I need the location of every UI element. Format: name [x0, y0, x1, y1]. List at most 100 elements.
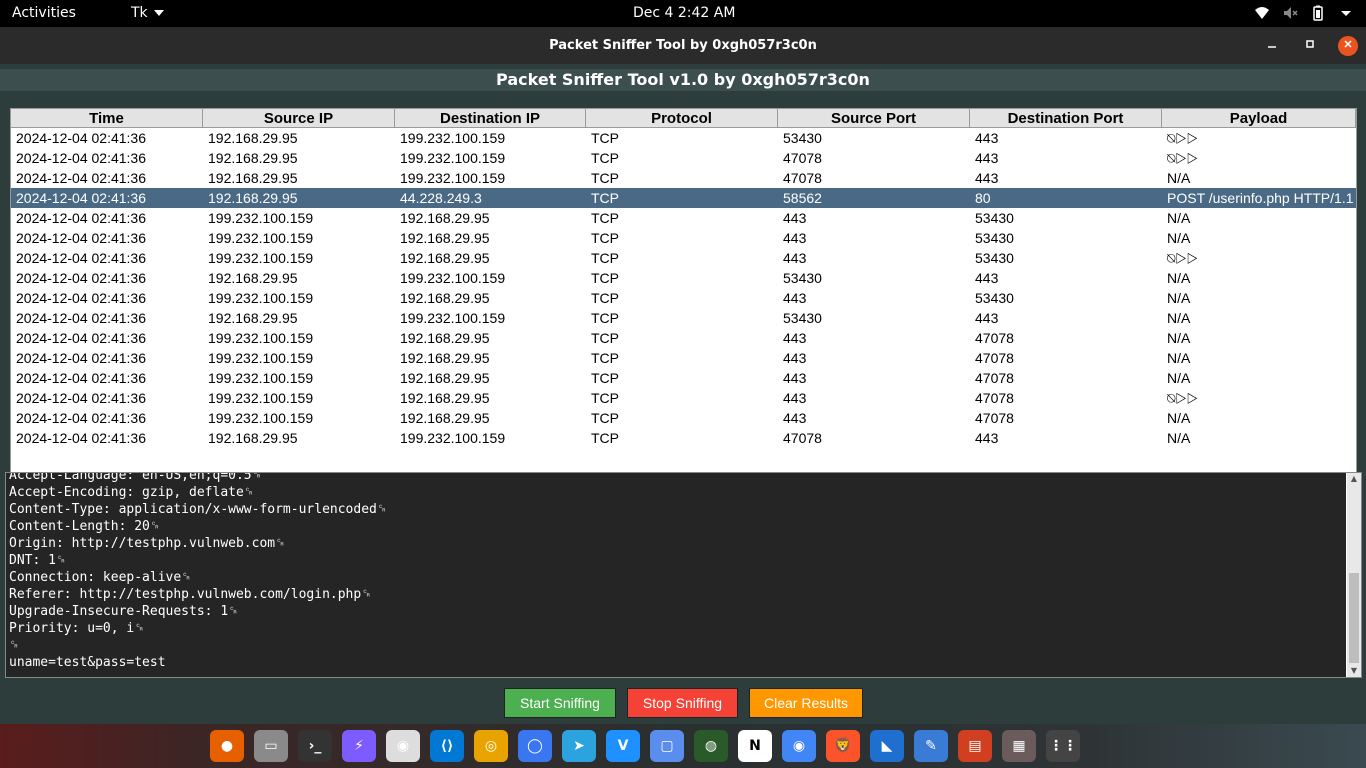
files-icon[interactable]: ▭: [254, 730, 288, 762]
dock: ● ▭ ›_ ⚡ ◉ ⟨⟩ ◎ ◯ ➤ V ▢ ◍ N ◉ 🦁 ◣ ✎ ▤ ▦ ⋮⋮: [0, 724, 1366, 768]
app-grid-icon[interactable]: ⋮⋮: [1046, 730, 1080, 762]
cell-destination-ip: 199.232.100.159: [400, 170, 506, 186]
cell-source-ip: 199.232.100.159: [208, 230, 314, 246]
column-header-protocol[interactable]: Protocol: [586, 109, 778, 128]
payload-text[interactable]: Accept-Language: en-US,en;q=0.5␍ Accept-E…: [6, 473, 1346, 677]
table-row[interactable]: 2024-12-04 02:41:36 192.168.29.95 199.232.…: [11, 428, 1356, 448]
office-icon[interactable]: ▤: [958, 730, 992, 762]
cell-source-ip: 192.168.29.95: [208, 190, 298, 206]
cell-time: 2024-12-04 02:41:36: [16, 130, 146, 146]
column-header-destination-port[interactable]: Destination Port: [970, 109, 1162, 128]
column-header-payload[interactable]: Payload: [1162, 109, 1356, 128]
cell-destination-ip: 199.232.100.159: [400, 130, 506, 146]
globe-icon[interactable]: ◍: [694, 730, 728, 762]
column-header-source-port[interactable]: Source Port: [778, 109, 970, 128]
table-row[interactable]: 2024-12-04 02:41:36 192.168.29.95 199.232.…: [11, 308, 1356, 328]
table-row[interactable]: 2024-12-04 02:41:36 199.232.100.159 192.16…: [11, 208, 1356, 228]
text-editor-icon[interactable]: ✎: [914, 730, 948, 762]
clock[interactable]: Dec 4 2:42 AM: [633, 5, 735, 21]
cell-destination-ip: 192.168.29.95: [400, 410, 490, 426]
table-row[interactable]: 2024-12-04 02:41:36 192.168.29.95 199.232.…: [11, 268, 1356, 288]
cell-time: 2024-12-04 02:41:36: [16, 190, 146, 206]
cell-time: 2024-12-04 02:41:36: [16, 410, 146, 426]
transfer-icon[interactable]: ◎: [474, 730, 508, 762]
stop-sniffing-button[interactable]: Stop Sniffing: [627, 688, 738, 718]
table-row[interactable]: 2024-12-04 02:41:36 199.232.100.159 192.16…: [11, 348, 1356, 368]
screenshot-icon[interactable]: ▢: [650, 730, 684, 762]
table-row[interactable]: 2024-12-04 02:41:36 192.168.29.95 44.228.2…: [11, 188, 1356, 208]
terminal-icon[interactable]: ›_: [298, 730, 332, 762]
activities-button[interactable]: Activities: [12, 5, 76, 21]
column-header-time[interactable]: Time: [11, 109, 203, 128]
close-button[interactable]: [1338, 35, 1358, 56]
cell-destination-ip: 192.168.29.95: [400, 250, 490, 266]
cell-protocol: TCP: [591, 330, 619, 346]
telegram-icon[interactable]: ➤: [562, 730, 596, 762]
minimize-button[interactable]: [1262, 36, 1282, 56]
vscode-icon[interactable]: ⟨⟩: [430, 730, 464, 762]
cell-time: 2024-12-04 02:41:36: [16, 270, 146, 286]
wireshark-icon[interactable]: ◣: [870, 730, 904, 762]
cell-source-port: 443: [783, 370, 807, 386]
system-tray[interactable]: [1254, 5, 1354, 21]
cell-payload: N/A: [1167, 370, 1191, 386]
scrollbar-thumb[interactable]: [1349, 573, 1359, 663]
table-row[interactable]: 2024-12-04 02:41:36 199.232.100.159 192.16…: [11, 328, 1356, 348]
column-header-source-ip[interactable]: Source IP: [203, 109, 395, 128]
column-header-destination-ip[interactable]: Destination IP: [395, 109, 586, 128]
table-row[interactable]: 2024-12-04 02:41:36 192.168.29.95 199.232.…: [11, 128, 1356, 148]
camera-icon[interactable]: ◉: [386, 730, 420, 762]
close-icon: [1344, 39, 1352, 48]
table-row[interactable]: 2024-12-04 02:41:36 199.232.100.159 192.16…: [11, 408, 1356, 428]
start-sniffing-button[interactable]: Start Sniffing: [504, 688, 616, 718]
cell-destination-ip: 192.168.29.95: [400, 390, 490, 406]
payload-view[interactable]: Accept-Language: en-US,en;q=0.5␍ Accept-E…: [5, 472, 1362, 678]
cell-destination-port: 53430: [975, 210, 1014, 226]
clear-results-button[interactable]: Clear Results: [749, 688, 863, 718]
chrome-icon[interactable]: ◉: [782, 730, 816, 762]
bolt-icon[interactable]: ⚡: [342, 730, 376, 762]
brave-icon[interactable]: 🦁: [826, 730, 860, 762]
notion-icon[interactable]: N: [738, 730, 772, 762]
cell-source-port: 443: [783, 290, 807, 306]
cell-source-ip: 192.168.29.95: [208, 150, 298, 166]
action-buttons: Start Sniffing Stop Sniffing Clear Resul…: [504, 688, 863, 718]
scroll-down-arrow[interactable]: ▼: [1347, 665, 1361, 677]
cell-payload: ⍉▷▷: [1167, 390, 1198, 406]
table-row[interactable]: 2024-12-04 02:41:36 199.232.100.159 192.16…: [11, 388, 1356, 408]
payload-scrollbar[interactable]: ▲ ▼: [1347, 473, 1361, 677]
packet-table[interactable]: Time Source IP Destination IP Protocol S…: [10, 108, 1357, 522]
payload-line: Priority: u=0, i␍: [9, 621, 145, 636]
cell-payload: N/A: [1167, 330, 1191, 346]
unknown-app-icon[interactable]: ▦: [1002, 730, 1036, 762]
cell-source-port: 53430: [783, 270, 822, 286]
scroll-up-arrow[interactable]: ▲: [1347, 473, 1361, 485]
cell-source-ip: 192.168.29.95: [208, 170, 298, 186]
cell-protocol: TCP: [591, 170, 619, 186]
table-row[interactable]: 2024-12-04 02:41:36 192.168.29.95 199.232.…: [11, 168, 1356, 188]
maximize-button[interactable]: [1300, 36, 1320, 56]
cell-payload: N/A: [1167, 230, 1191, 246]
cell-protocol: TCP: [591, 230, 619, 246]
cell-time: 2024-12-04 02:41:36: [16, 230, 146, 246]
app-menu[interactable]: Tk: [131, 5, 164, 21]
cell-time: 2024-12-04 02:41:36: [16, 330, 146, 346]
table-row[interactable]: 2024-12-04 02:41:36 192.168.29.95 199.232.…: [11, 148, 1356, 168]
table-row[interactable]: 2024-12-04 02:41:36 199.232.100.159 192.16…: [11, 288, 1356, 308]
cell-time: 2024-12-04 02:41:36: [16, 370, 146, 386]
table-row[interactable]: 2024-12-04 02:41:36 199.232.100.159 192.16…: [11, 368, 1356, 388]
cell-protocol: TCP: [591, 270, 619, 286]
firefox-icon[interactable]: ●: [210, 730, 244, 762]
app-header: Packet Sniffer Tool v1.0 by 0xgh057r3c0n: [0, 69, 1366, 91]
payload-line: DNT: 1␍: [9, 553, 67, 568]
signal-icon[interactable]: ◯: [518, 730, 552, 762]
table-row[interactable]: 2024-12-04 02:41:36 199.232.100.159 192.16…: [11, 248, 1356, 268]
table-row[interactable]: 2024-12-04 02:41:36 199.232.100.159 192.16…: [11, 228, 1356, 248]
cell-payload: N/A: [1167, 210, 1191, 226]
cell-source-port: 443: [783, 350, 807, 366]
cell-destination-ip: 199.232.100.159: [400, 270, 506, 286]
vs-icon[interactable]: V: [606, 730, 640, 762]
cell-source-ip: 199.232.100.159: [208, 370, 314, 386]
cell-source-port: 53430: [783, 130, 822, 146]
cell-payload: N/A: [1167, 410, 1191, 426]
